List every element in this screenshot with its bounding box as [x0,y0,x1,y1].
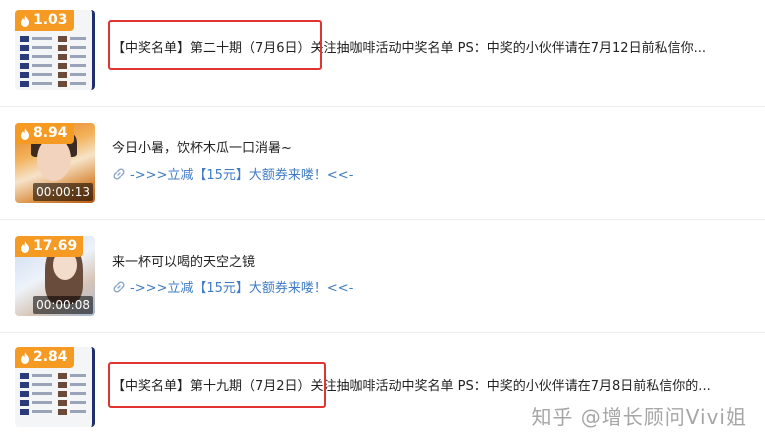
heat-value: 8.94 [33,125,68,141]
flame-icon [21,351,29,364]
thumbnail[interactable]: 2.84 [15,347,95,427]
list-item[interactable]: 17.69 00:00:08 来一杯可以喝的天空之镜 ->>>立减【15元】大额… [0,220,765,332]
coupon-link-text[interactable]: ->>>立减【15元】大额券来喽！<<- [130,277,353,296]
flame-icon [21,240,29,253]
content-feed: 1.03 【中奖名单】第二十期（7月6日）关注抽咖啡活动中奖名单 PS：中奖的小… [0,0,765,442]
list-item[interactable]: 8.94 00:00:13 今日小暑，饮杯木瓜一口消暑~ ->>>立减【15元】… [0,107,765,219]
video-duration: 00:00:13 [33,183,93,201]
heat-badge: 1.03 [15,10,74,31]
heat-badge: 8.94 [15,123,74,144]
item-title[interactable]: 今日小暑，饮杯木瓜一口消暑~ [112,137,292,156]
highlight-box [108,362,326,408]
highlight-box [108,20,322,70]
video-duration: 00:00:08 [33,296,93,314]
item-title[interactable]: 来一杯可以喝的天空之镜 [112,251,255,270]
video-thumbnail[interactable]: 17.69 00:00:08 [15,236,95,316]
coupon-link[interactable]: ->>>立减【15元】大额券来喽！<<- [112,164,353,183]
coupon-link[interactable]: ->>>立减【15元】大额券来喽！<<- [112,277,353,296]
list-item[interactable]: 1.03 【中奖名单】第二十期（7月6日）关注抽咖啡活动中奖名单 PS：中奖的小… [0,0,765,112]
heat-value: 1.03 [33,12,68,28]
flame-icon [21,14,29,27]
link-icon [113,167,125,180]
watermark: 知乎 @增长顾问Vivi姐 [531,405,747,429]
flame-icon [21,127,29,140]
heat-value: 17.69 [33,238,78,254]
thumbnail[interactable]: 1.03 [15,10,95,90]
coupon-link-text[interactable]: ->>>立减【15元】大额券来喽！<<- [130,164,353,183]
heat-badge: 2.84 [15,347,74,368]
link-icon [113,280,125,293]
video-thumbnail[interactable]: 8.94 00:00:13 [15,123,95,203]
heat-badge: 17.69 [15,236,84,257]
heat-value: 2.84 [33,349,68,365]
